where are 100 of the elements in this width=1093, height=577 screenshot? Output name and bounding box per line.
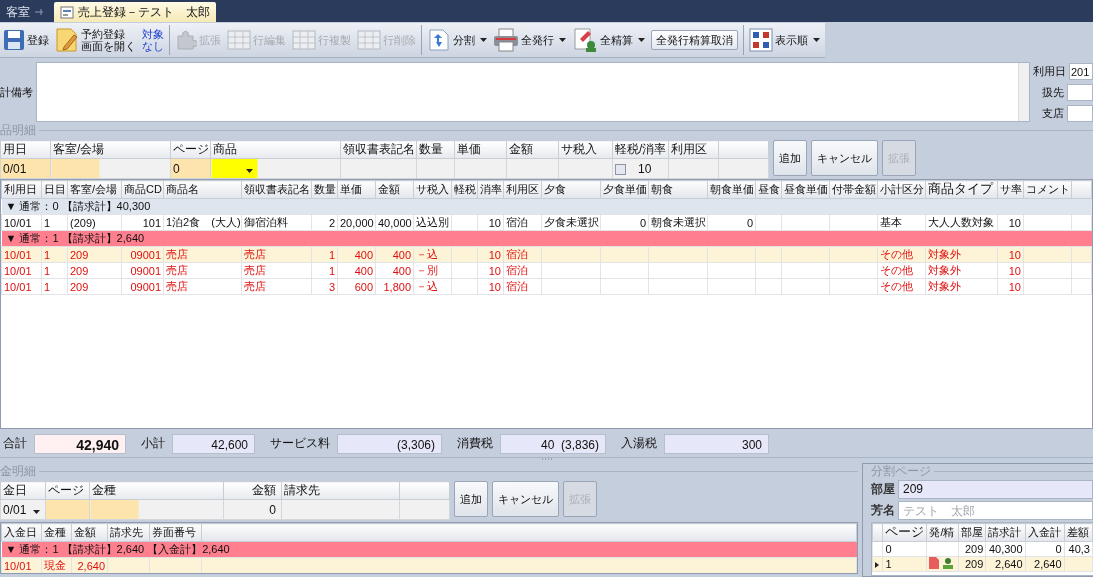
- checkbox[interactable]: [615, 163, 626, 175]
- table-cell: 宿泊: [503, 214, 542, 231]
- table-cell: －込: [413, 278, 452, 295]
- column-header[interactable]: 単価: [337, 180, 376, 199]
- column-header[interactable]: 商品タイプ: [925, 180, 998, 199]
- column-header[interactable]: 昼食単価: [781, 180, 830, 199]
- memo-field[interactable]: [36, 62, 1030, 122]
- input-field[interactable]: 0: [223, 499, 282, 520]
- column-header[interactable]: 夕食: [541, 180, 601, 199]
- table-cell: 09001: [121, 262, 164, 279]
- column-header[interactable]: 金額: [375, 180, 414, 199]
- action-button[interactable]: キャンセル: [811, 140, 878, 176]
- column-header[interactable]: 客室/会場: [67, 180, 122, 199]
- grid-copy-icon: [292, 29, 316, 50]
- table-cell: 10: [997, 214, 1024, 231]
- table-cell: 対象外: [925, 262, 998, 279]
- name-field[interactable]: テスト 太郎: [898, 501, 1093, 520]
- input-field[interactable]: 201: [1069, 62, 1093, 80]
- column-header[interactable]: 部屋: [958, 523, 986, 542]
- column-header[interactable]: 商品名: [163, 180, 242, 199]
- column-header[interactable]: ページ: [882, 523, 927, 542]
- column-header[interactable]: 金額: [71, 523, 108, 542]
- input-field[interactable]: [1066, 83, 1093, 101]
- column-header[interactable]: 利用区: [503, 180, 542, 199]
- printer-icon: [493, 27, 519, 52]
- table-cell: 宿泊: [503, 262, 542, 279]
- column-header[interactable]: 利用日: [1, 180, 42, 199]
- total-label: 小計: [141, 435, 165, 452]
- column-header: 金額: [506, 140, 559, 159]
- total-value: 42,600: [172, 433, 255, 454]
- column-header[interactable]: 朝食: [648, 180, 708, 199]
- table-cell: 売店: [163, 246, 242, 263]
- column-header[interactable]: 金種: [41, 523, 72, 542]
- table-cell: 対象外: [925, 246, 998, 263]
- action-button[interactable]: キャンセル: [492, 481, 559, 517]
- notepad-icon: [55, 26, 79, 53]
- column-header: 利用区: [668, 140, 719, 159]
- caret-icon: [480, 37, 487, 42]
- date-dropdown[interactable]: 0/01: [0, 499, 46, 520]
- column-header[interactable]: 入金計: [1025, 523, 1065, 542]
- column-header[interactable]: 請求先: [107, 523, 150, 542]
- table-cell: 込込別: [413, 214, 452, 231]
- total-value: 42,940: [34, 433, 126, 454]
- column-header[interactable]: 朝食単価: [707, 180, 756, 199]
- toolbar-button[interactable]: 対象 なし: [139, 23, 167, 56]
- row-pointer-icon: [875, 562, 879, 568]
- column-header[interactable]: 日目: [41, 180, 68, 199]
- toolbar-button[interactable]: 全発行: [490, 23, 569, 56]
- column-header[interactable]: 商品CD: [121, 180, 164, 199]
- column-header[interactable]: 消率: [477, 180, 504, 199]
- table-cell: 夕食未選択: [541, 214, 601, 231]
- tax-rate: 10: [638, 161, 652, 176]
- table-cell: 0: [707, 214, 756, 231]
- column-header[interactable]: サ税入: [413, 180, 452, 199]
- tab[interactable]: 客室: [0, 2, 50, 22]
- table-cell: 10: [477, 278, 504, 295]
- column-header[interactable]: 数量: [311, 180, 338, 199]
- table-cell: 10: [997, 246, 1024, 263]
- toolbar-button[interactable]: 登録: [0, 23, 52, 56]
- table-cell: 101: [121, 214, 164, 231]
- column-header[interactable]: 入金日: [1, 523, 42, 542]
- table-cell: 10/01: [1, 557, 42, 573]
- column-header[interactable]: 券面番号: [149, 523, 202, 542]
- input-field[interactable]: 0/01: [0, 158, 51, 179]
- table-cell: 1: [41, 246, 68, 263]
- room-field[interactable]: 209: [898, 480, 1093, 499]
- toolbar-button[interactable]: 表示順: [746, 23, 823, 56]
- column-header[interactable]: 付帯金額: [829, 180, 878, 199]
- column-header[interactable]: コメント: [1023, 180, 1072, 199]
- column-header[interactable]: 発/精: [926, 523, 959, 542]
- table-cell: 10/01: [1, 262, 42, 279]
- table-cell: 10: [477, 262, 504, 279]
- action-button[interactable]: 追加: [454, 481, 488, 517]
- column-header[interactable]: 領収書表記名: [241, 180, 312, 199]
- column-header[interactable]: サ率: [997, 180, 1024, 199]
- table-cell: 10/01: [1, 214, 42, 231]
- tab[interactable]: 売上登録－テスト 太郎: [54, 2, 216, 22]
- table-cell: 御宿泊料: [241, 214, 312, 231]
- toolbar-button[interactable]: 分割: [424, 23, 490, 56]
- table-cell: －別: [413, 262, 452, 279]
- table-cell: その他: [877, 246, 926, 263]
- action-button[interactable]: 追加: [773, 140, 807, 176]
- table-cell: 10: [997, 262, 1024, 279]
- table-cell: 1: [311, 246, 338, 263]
- column-header: 単価: [454, 140, 507, 159]
- table-cell: 基本: [877, 214, 926, 231]
- toolbar-button[interactable]: 全発行精算取消: [651, 29, 738, 50]
- column-header[interactable]: 請求計: [985, 523, 1026, 542]
- column-header[interactable]: 小計区分: [877, 180, 926, 199]
- column-header[interactable]: 軽税: [451, 180, 478, 199]
- table-cell: 1泊2食 (大人): [163, 214, 242, 231]
- table-cell: 09001: [121, 246, 164, 263]
- column-header[interactable]: 夕食単価: [600, 180, 649, 199]
- sort-icon: [749, 27, 773, 52]
- input-field[interactable]: [1066, 104, 1093, 122]
- table-cell: 400: [375, 246, 414, 263]
- column-header[interactable]: 昼食: [755, 180, 782, 199]
- toolbar-button[interactable]: 全精算: [569, 23, 648, 56]
- toolbar-button[interactable]: 予約登録 画面を開く: [52, 23, 139, 56]
- column-header[interactable]: 差額: [1064, 523, 1093, 542]
